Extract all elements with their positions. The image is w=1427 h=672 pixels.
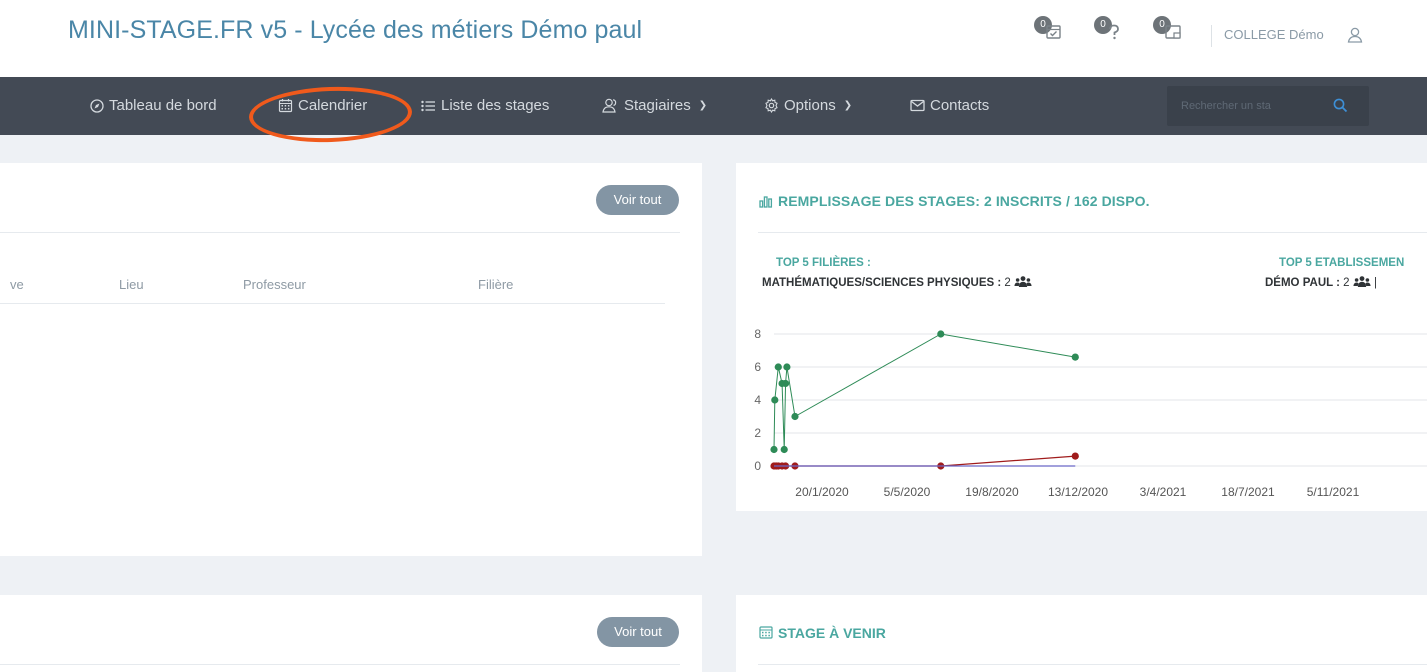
x-tick-label: 19/8/2020 (965, 485, 1019, 499)
separator: | (1373, 277, 1377, 289)
top-header: MINI-STAGE.FR v5 - Lycée des métiers Dém… (0, 0, 1427, 77)
y-tick-label: 6 (754, 360, 761, 374)
data-point (1071, 353, 1079, 361)
gear-icon (765, 98, 778, 113)
nav-item-label: Liste des stages (441, 97, 550, 114)
notification-tasks[interactable]: 0 (1034, 14, 1068, 46)
data-point (771, 396, 779, 404)
table-header-divider (0, 303, 665, 304)
users-icon (602, 98, 617, 113)
top-filieres-label: TOP 5 FILIÈRES : (776, 257, 871, 269)
upcoming-title: STAGE À VENIR (778, 625, 886, 641)
data-point (770, 445, 778, 454)
column-header[interactable]: Lieu (119, 277, 144, 292)
remplissage-chart: 0 2 4 6 8 20/1/2020 5/5/2020 19/8/2020 13/12/202… (754, 327, 1427, 499)
panel-divider (758, 232, 1427, 233)
calendar-check-icon (1046, 25, 1061, 39)
chevron-down-icon: ❯ (698, 100, 708, 111)
list-icon (421, 100, 435, 111)
top-etablissements-count: 2 (1343, 277, 1350, 289)
voir-tout-button[interactable]: Voir tout (596, 185, 679, 215)
nav-item-label: Contacts (930, 97, 990, 114)
users-icon (1353, 276, 1371, 287)
user-name[interactable]: COLLEGE Démo (1224, 27, 1324, 42)
window-icon (1165, 25, 1181, 39)
panel-divider (758, 664, 1427, 665)
nav-item-label: Calendrier (298, 97, 368, 114)
top-etablissements-value: DÉMO PAUL : 2 | (1265, 276, 1377, 289)
search-input[interactable] (1167, 86, 1327, 126)
nav-item-label: Options (784, 97, 836, 114)
chevron-down-icon: ❯ (843, 100, 853, 111)
envelope-icon (910, 99, 925, 112)
voir-tout-button[interactable]: Voir tout (597, 617, 679, 647)
nav-item-label: Stagiaires (624, 97, 691, 114)
nav-item-calendrier[interactable]: Calendrier (278, 97, 367, 114)
x-tick-label: 3/4/2021 (1140, 485, 1187, 499)
calendar-icon (759, 626, 773, 639)
x-tick-label: 5/5/2020 (884, 485, 931, 499)
stats-title: REMPLISSAGE DES STAGES: 2 INSCRITS / 162… (778, 193, 1150, 209)
data-point (791, 412, 799, 421)
nav-item-tableau-de-bord[interactable]: Tableau de bord (90, 97, 217, 114)
y-tick-label: 0 (754, 459, 761, 473)
column-header[interactable]: Filière (478, 277, 513, 292)
nav-item-label: Tableau de bord (109, 97, 217, 114)
panel-divider (0, 664, 680, 665)
data-point (780, 445, 788, 454)
bar-chart-icon (759, 196, 773, 208)
notification-questions[interactable]: 0 (1094, 14, 1128, 46)
top-filieres-count: 2 (1004, 277, 1011, 289)
y-tick-label: 2 (754, 426, 761, 440)
x-tick-label: 13/12/2020 (1048, 485, 1108, 499)
data-point (937, 330, 945, 338)
header-divider (1211, 25, 1212, 47)
search-icon[interactable] (1333, 98, 1348, 113)
stages-list-panel (0, 163, 702, 556)
column-header[interactable]: ve (10, 277, 24, 292)
x-tick-label: 18/7/2021 (1221, 485, 1275, 499)
nav-item-liste-des-stages[interactable]: Liste des stages (421, 97, 549, 114)
y-tick-label: 8 (754, 327, 761, 341)
calendar-icon (278, 99, 293, 113)
top-filieres-value: MATHÉMATIQUES/SCIENCES PHYSIQUES : 2 (762, 276, 1032, 289)
nav-item-contacts[interactable]: Contacts (910, 97, 989, 114)
notification-messages[interactable]: 0 (1153, 14, 1187, 46)
data-point (781, 379, 790, 388)
data-point (774, 363, 782, 371)
question-icon (1109, 24, 1119, 40)
x-tick-label: 5/11/2021 (1307, 485, 1360, 499)
user-icon[interactable] (1347, 27, 1363, 43)
users-icon (1014, 276, 1032, 287)
y-tick-label: 4 (754, 393, 761, 407)
compass-icon (90, 98, 104, 113)
data-point (1071, 452, 1079, 460)
nav-item-stagiaires[interactable]: Stagiaires ❯ (602, 97, 707, 114)
top-etablissements-label: TOP 5 ETABLISSEMEN (1279, 257, 1405, 269)
panel-divider (0, 232, 680, 233)
nav-item-options[interactable]: Options ❯ (764, 97, 852, 114)
series-line (773, 333, 1076, 450)
search-box (1167, 86, 1369, 126)
x-tick-label: 20/1/2020 (795, 485, 849, 499)
column-header[interactable]: Professeur (243, 277, 306, 292)
data-point (783, 363, 791, 371)
series-line (774, 455, 1076, 467)
app-title: MINI-STAGE.FR v5 - Lycée des métiers Dém… (68, 16, 643, 44)
